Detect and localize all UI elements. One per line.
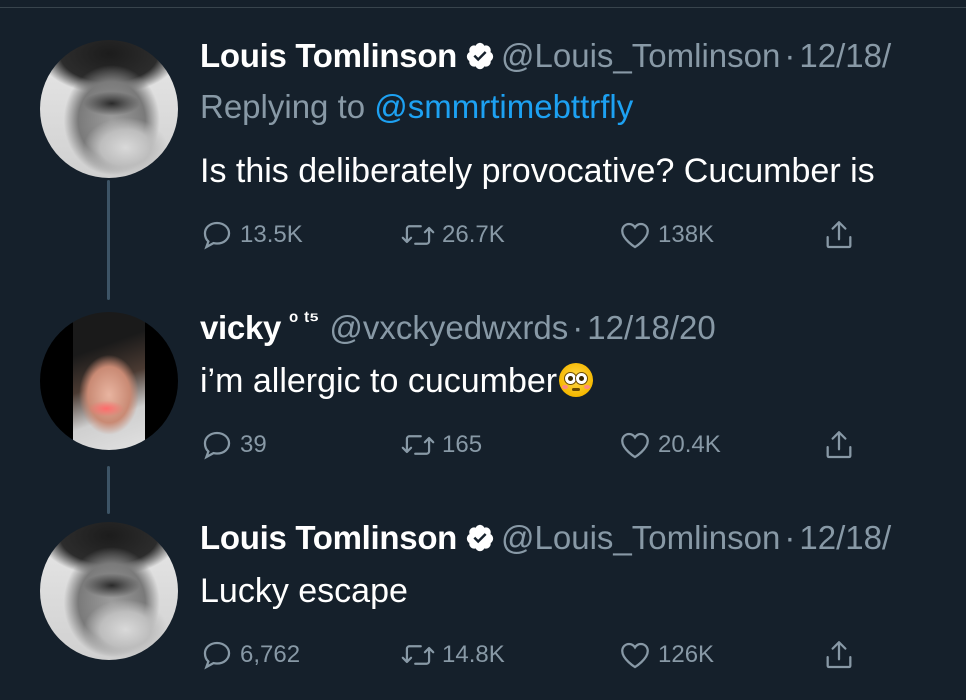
reply-count: 39 bbox=[240, 431, 267, 458]
author-name[interactable]: Louis Tomlinson bbox=[200, 37, 457, 75]
reply-button[interactable]: 6,762 bbox=[200, 638, 300, 672]
retweet-button[interactable]: 165 bbox=[400, 428, 482, 462]
retweet-button[interactable]: 26.7K bbox=[400, 218, 505, 252]
share-button[interactable] bbox=[822, 428, 856, 462]
tweet-date[interactable]: 12/18/ bbox=[799, 37, 891, 75]
date-separator: · bbox=[572, 309, 584, 346]
reply-count: 6,762 bbox=[240, 641, 301, 668]
retweet-count: 14.8K bbox=[442, 641, 505, 668]
heart-icon bbox=[621, 222, 649, 249]
reply-button[interactable]: 13.5K bbox=[200, 218, 303, 252]
tweet-text: Lucky escape bbox=[200, 572, 408, 610]
retweet-count: 26.7K bbox=[442, 221, 505, 248]
share-button[interactable] bbox=[822, 218, 856, 252]
reply-button[interactable]: 39 bbox=[200, 428, 267, 462]
tweet-date[interactable]: 12/18/20 bbox=[587, 309, 715, 347]
verified-badge-icon bbox=[466, 524, 494, 552]
retweet-icon bbox=[401, 225, 435, 245]
replying-to: Replying to @smmrtimebttrfly bbox=[200, 88, 633, 126]
date-separator: · bbox=[784, 37, 796, 74]
tweet-actions: 13.5K 26.7K 138K bbox=[200, 218, 900, 254]
reply-icon bbox=[203, 221, 231, 250]
share-button[interactable] bbox=[822, 638, 856, 672]
top-divider bbox=[0, 7, 966, 8]
date-separator: · bbox=[784, 519, 796, 556]
avatar[interactable] bbox=[40, 312, 178, 450]
author-handle[interactable]: @Louis_Tomlinson bbox=[501, 519, 780, 557]
replying-prefix: Replying to bbox=[200, 88, 375, 125]
tweet-header: Louis Tomlinson @Louis_Tomlinson · 12/18… bbox=[200, 518, 891, 558]
like-count: 126K bbox=[658, 641, 715, 668]
tweet-actions: 39 165 20.4K bbox=[200, 428, 900, 464]
flushed-face-emoji-icon bbox=[559, 363, 594, 397]
reply-icon bbox=[203, 641, 231, 670]
tweet-actions: 6,762 14.8K 126K bbox=[200, 638, 900, 674]
like-button[interactable]: 126K bbox=[618, 638, 714, 672]
like-count: 138K bbox=[658, 221, 715, 248]
author-name[interactable]: vicky bbox=[200, 309, 281, 347]
share-icon bbox=[826, 641, 852, 669]
author-handle[interactable]: @Louis_Tomlinson bbox=[501, 37, 780, 75]
replying-to-handle-link[interactable]: @smmrtimebttrfly bbox=[374, 88, 633, 125]
tweet-text: i’m allergic to cucumber bbox=[200, 362, 558, 400]
retweet-button[interactable]: 14.8K bbox=[400, 638, 505, 672]
avatar[interactable] bbox=[40, 522, 178, 660]
share-icon bbox=[826, 221, 852, 249]
author-name[interactable]: Louis Tomlinson bbox=[200, 519, 457, 557]
retweet-count: 165 bbox=[442, 431, 483, 458]
avatar[interactable] bbox=[40, 40, 178, 178]
thread-connector-line bbox=[107, 180, 110, 300]
like-count: 20.4K bbox=[658, 431, 721, 458]
heart-icon bbox=[621, 432, 649, 459]
author-handle[interactable]: @vxckyedwxrds bbox=[329, 309, 568, 347]
reply-count: 13.5K bbox=[240, 221, 303, 248]
reply-icon bbox=[203, 431, 231, 460]
retweet-icon bbox=[401, 645, 435, 665]
like-button[interactable]: 20.4K bbox=[618, 428, 721, 462]
like-button[interactable]: 138K bbox=[618, 218, 714, 252]
tweet-text-row: i’m allergic to cucumber bbox=[200, 362, 594, 401]
tweet-header: vicky ᵒ ᵗ⁵ @vxckyedwxrds · 12/18/20 bbox=[200, 307, 716, 348]
share-icon bbox=[826, 431, 852, 459]
heart-icon bbox=[621, 642, 649, 669]
author-name-suffix: ᵒ ᵗ⁵ bbox=[289, 307, 320, 332]
verified-badge-icon bbox=[466, 42, 494, 70]
tweet-date[interactable]: 12/18/ bbox=[799, 519, 891, 557]
retweet-icon bbox=[401, 435, 435, 455]
tweet-text: Is this deliberately provocative? Cucumb… bbox=[200, 152, 875, 190]
thread-connector-line bbox=[107, 466, 110, 514]
tweet-header: Louis Tomlinson @Louis_Tomlinson · 12/18… bbox=[200, 36, 891, 76]
